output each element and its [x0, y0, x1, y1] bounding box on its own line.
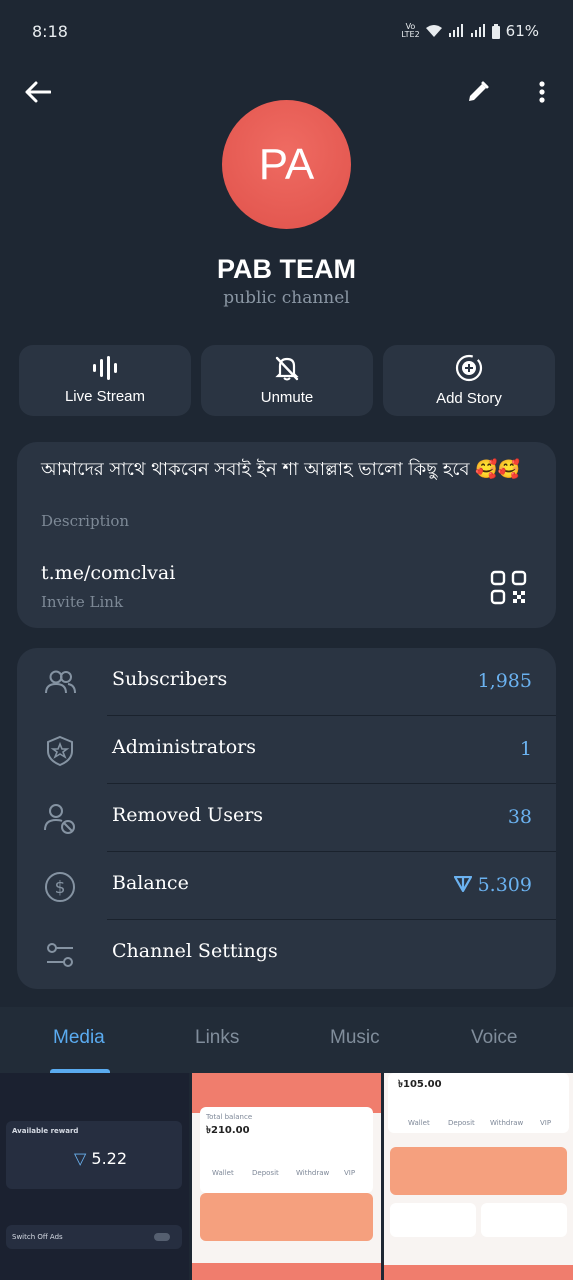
media-grid: Available reward ▽ 5.22 Switch Off Ads T… — [0, 1073, 573, 1280]
channel-title: PAB TEAM — [217, 254, 356, 284]
edit-button[interactable] — [460, 74, 496, 110]
status-bar: 8:18 Vo LTE2 61% — [0, 0, 573, 64]
settings-sliders-icon — [47, 943, 73, 967]
wallet-button: Wallet — [212, 1169, 234, 1177]
row-value: 1 — [519, 738, 532, 760]
balance-caption: Total balance — [206, 1113, 253, 1121]
more-button[interactable] — [524, 74, 560, 110]
add-story-button[interactable]: Add Story — [383, 345, 555, 416]
channel-description: আমাদের সাথে থাকবেন সবাই ইন শা আল্লাহ ভাল… — [41, 459, 521, 480]
invite-link-label: Invite Link — [41, 593, 124, 611]
row-subscribers[interactable]: Subscribers 1,985 — [17, 648, 556, 716]
channel-subtitle: public channel — [223, 288, 350, 308]
balance-card: Total balance ৳210.00 Wallet Deposit Wit… — [200, 1107, 373, 1193]
users-icon — [45, 670, 76, 694]
withdraw-button: Withdraw — [296, 1169, 330, 1177]
info-card: আমাদের সাথে থাকবেন সবাই ইন শা আল্লাহ ভাল… — [17, 442, 556, 628]
row-value: 5.309 — [477, 874, 532, 896]
toggle-switch — [154, 1233, 170, 1241]
wallet-button: Wallet — [408, 1119, 430, 1127]
promo-card — [200, 1193, 373, 1241]
pencil-icon — [469, 81, 489, 101]
withdraw-button: Withdraw — [490, 1119, 524, 1127]
channel-avatar[interactable]: PA — [222, 100, 351, 229]
media-thumbnail[interactable]: Available reward ▽ 5.22 Switch Off Ads — [0, 1073, 189, 1280]
reward-heading: Available reward — [12, 1127, 79, 1135]
shield-star-icon — [47, 735, 73, 767]
row-administrators[interactable]: Administrators 1 — [17, 716, 556, 784]
qr-code-icon[interactable] — [489, 570, 529, 606]
row-label: Administrators — [112, 736, 256, 758]
signal-icon-2 — [470, 24, 485, 37]
reward-value: ▽ 5.22 — [74, 1149, 128, 1168]
unmute-button[interactable]: Unmute — [201, 345, 373, 416]
ads-toggle-row: Switch Off Ads — [6, 1225, 182, 1249]
live-stream-label: Live Stream — [64, 388, 146, 405]
menu-tile — [481, 1203, 567, 1237]
row-balance[interactable]: $ Balance 5.309 — [17, 852, 556, 920]
unmute-label: Unmute — [260, 389, 314, 406]
media-thumbnail[interactable]: ৳105.00 Wallet Deposit Withdraw VIP — [384, 1073, 573, 1280]
add-story-icon — [455, 354, 483, 382]
ads-toggle-label: Switch Off Ads — [12, 1233, 63, 1241]
balance-amount: ৳105.00 — [398, 1079, 442, 1090]
row-removed-users[interactable]: Removed Users 38 — [17, 784, 556, 852]
live-stream-button[interactable]: Live Stream — [19, 345, 191, 416]
vip-button: VIP — [344, 1169, 356, 1177]
volte-indicator: Vo LTE2 — [401, 22, 420, 39]
reward-card: Available reward ▽ 5.22 — [6, 1121, 182, 1189]
app-header — [192, 1263, 381, 1280]
row-label: Removed Users — [112, 804, 264, 826]
row-channel-settings[interactable]: Channel Settings — [17, 920, 556, 988]
row-value: 38 — [507, 806, 532, 828]
back-arrow-icon — [25, 81, 51, 103]
tab-media[interactable]: Media — [53, 1027, 105, 1049]
balance-card: ৳105.00 Wallet Deposit Withdraw VIP — [388, 1073, 569, 1133]
battery-icon — [491, 23, 500, 39]
tab-voice[interactable]: Voice — [471, 1027, 517, 1049]
balance-amount: ৳210.00 — [206, 1125, 250, 1136]
dollar-circle-icon: $ — [45, 872, 75, 902]
promo-card — [390, 1147, 567, 1195]
deposit-button: Deposit — [448, 1119, 475, 1127]
user-blocked-icon — [44, 804, 75, 834]
add-story-label: Add Story — [436, 390, 502, 407]
row-label: Subscribers — [112, 668, 228, 690]
row-label: Balance — [112, 872, 189, 894]
bell-off-icon — [275, 356, 299, 381]
row-label: Channel Settings — [112, 940, 278, 962]
app-header — [384, 1265, 573, 1280]
more-vertical-icon — [539, 81, 545, 103]
battery-percent: 61% — [505, 22, 539, 40]
channel-info-list: Subscribers 1,985 Administrators 1 Remov… — [17, 648, 556, 989]
deposit-button: Deposit — [252, 1169, 279, 1177]
description-label: Description — [41, 512, 130, 530]
vip-button: VIP — [540, 1119, 552, 1127]
svg-text:$: $ — [55, 878, 66, 898]
tab-music[interactable]: Music — [330, 1027, 380, 1049]
balance-value: 5.309 — [453, 874, 532, 896]
invite-link[interactable]: t.me/comclvai — [41, 562, 175, 584]
tab-links[interactable]: Links — [195, 1027, 239, 1049]
wifi-icon — [425, 25, 442, 37]
row-value: 1,985 — [477, 670, 532, 692]
ton-icon — [453, 875, 472, 893]
signal-icon — [448, 24, 463, 37]
menu-tile — [390, 1203, 476, 1237]
media-thumbnail[interactable]: Total balance ৳210.00 Wallet Deposit Wit… — [192, 1073, 381, 1280]
back-button[interactable] — [20, 74, 56, 110]
live-stream-icon — [93, 356, 117, 380]
status-icons: Vo LTE2 61% — [401, 22, 539, 40]
media-tabs: Media Links Music Voice — [0, 1007, 573, 1073]
status-time: 8:18 — [32, 22, 68, 41]
